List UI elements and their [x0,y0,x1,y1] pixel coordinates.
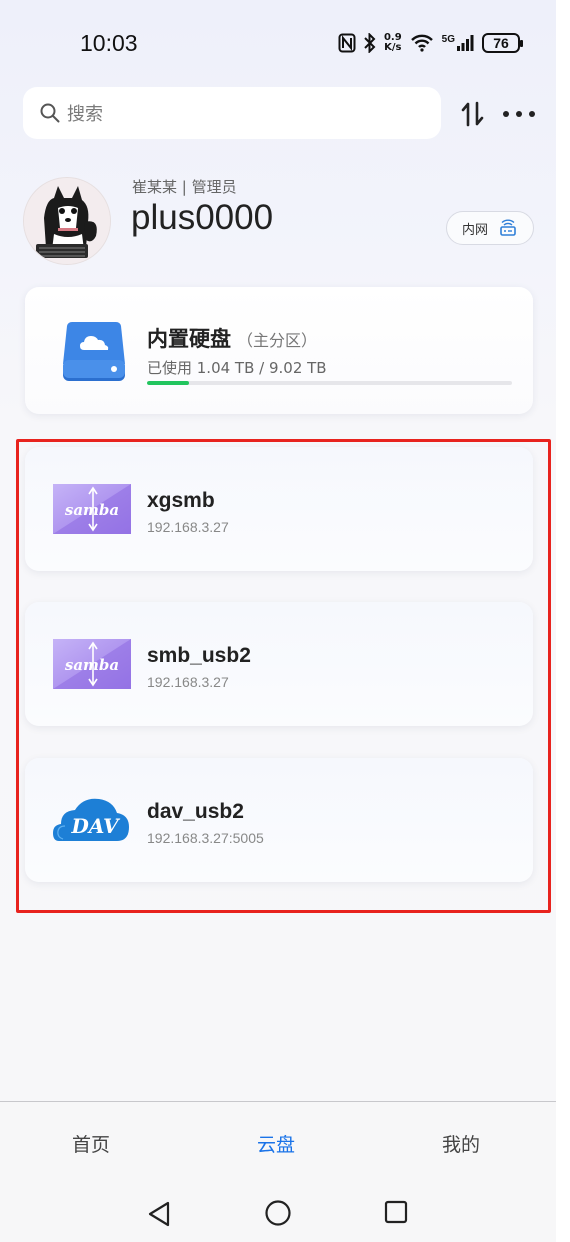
more-dot-icon [529,111,535,117]
wifi-icon [410,34,434,52]
screen-edge [556,0,570,1242]
network-mode-badge[interactable]: 内网 [446,211,534,245]
network-mode-label: 内网 [461,222,488,238]
recent-apps-icon[interactable] [384,1200,408,1224]
avatar[interactable] [23,177,111,265]
storage-progress-bar [147,381,512,385]
status-bar: 10:03 0.9 K/s 5G 76 [0,0,556,86]
hard-drive-icon [63,322,125,381]
search-placeholder: 搜索 [67,104,103,125]
storage-title: 内置硬盘 （主分区） [147,323,317,353]
cellular-signal-icon: 5G [442,34,474,52]
home-circle-icon[interactable] [264,1199,292,1227]
internal-disk-card[interactable]: 内置硬盘 （主分区） 已使用 1.04 TB / 9.02 TB [25,287,533,414]
network-type: 5G [441,34,455,45]
nfc-icon [338,33,356,53]
sort-button[interactable] [458,100,488,128]
bluetooth-icon [364,33,376,53]
tab-home[interactable]: 首页 [72,1130,110,1157]
more-dot-icon [516,111,522,117]
status-icons: 0.9 K/s 5G 76 [338,28,523,58]
husky-avatar-icon [24,178,110,264]
router-icon [500,219,516,236]
more-dot-icon [503,111,509,117]
network-speed: 0.9 K/s [384,33,402,53]
back-icon[interactable] [146,1200,172,1228]
username: plus0000 [131,198,274,237]
system-navigation-bar [0,1186,556,1242]
search-input[interactable]: 搜索 [23,87,441,139]
storage-progress-fill [147,381,189,385]
bottom-navigation: 首页 云盘 我的 [0,1101,556,1242]
highlight-annotation [16,439,551,913]
more-options-button[interactable] [503,104,535,124]
tab-cloud-drive[interactable]: 云盘 [257,1130,295,1157]
battery-indicator: 76 [482,33,523,53]
tab-mine[interactable]: 我的 [442,1130,480,1157]
storage-title-label: 内置硬盘 [147,327,231,351]
status-time: 10:03 [80,30,138,56]
speed-unit: K/s [384,42,402,53]
user-role: 崔某某 | 管理员 [132,178,237,196]
search-icon [39,102,61,124]
sort-arrows-icon [461,101,484,127]
app-screen: 10:03 0.9 K/s 5G 76 搜索 崔某某 | 管理员 plus000… [0,0,556,1242]
storage-subtitle: （主分区） [237,331,318,350]
storage-usage: 已使用 1.04 TB / 9.02 TB [147,359,327,377]
